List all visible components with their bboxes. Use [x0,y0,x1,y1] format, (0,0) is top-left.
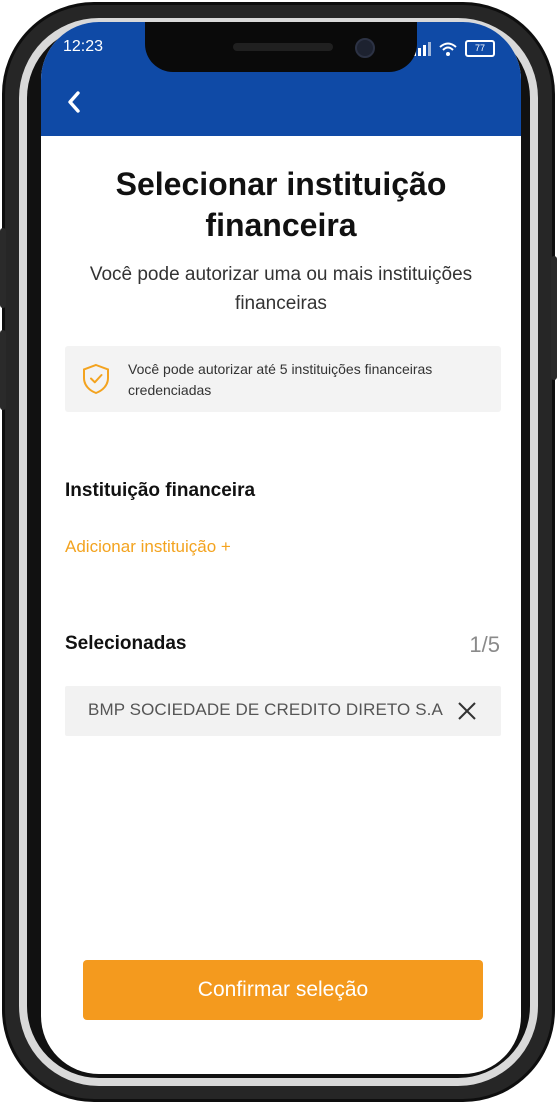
close-icon [458,702,476,720]
info-text: Você pode autorizar até 5 instituições f… [128,361,433,398]
status-time: 12:23 [63,38,104,55]
camera [355,38,375,58]
shield-check-icon [83,363,109,395]
volume-down-button [0,330,6,410]
back-button[interactable] [59,84,89,120]
power-button [551,256,557,380]
page-subtitle: Você pode autorizar uma ou mais institui… [89,264,473,314]
selected-institution-chip: BMP SOCIEDADE DE CREDITO DIRETO S.A [65,686,501,736]
wifi-icon [439,42,457,56]
info-box: Você pode autorizar até 5 instituições f… [65,346,501,412]
selected-section-label: Selecionadas [65,633,187,654]
page-title: Selecionar instituição financeira [115,166,447,243]
selected-counter: 1/5 [469,632,500,657]
status-icons: 77 [413,40,495,57]
chevron-left-icon [68,91,80,113]
battery-icon: 77 [465,40,495,57]
phone-screen: 12:23 77 Selecionar instituição financei… [41,22,521,1074]
volume-up-button [0,228,6,308]
remove-institution-button[interactable] [455,699,479,723]
speaker [233,43,333,51]
add-institution-link[interactable]: Adicionar instituição + [65,537,231,557]
app-header: 12:23 77 [41,22,521,136]
confirm-selection-button[interactable]: Confirmar seleção [83,960,483,1020]
notch [145,22,417,72]
selected-institution-name: BMP SOCIEDADE DE CREDITO DIRETO S.A [88,700,443,719]
institution-section-label: Instituição financeira [65,480,256,501]
